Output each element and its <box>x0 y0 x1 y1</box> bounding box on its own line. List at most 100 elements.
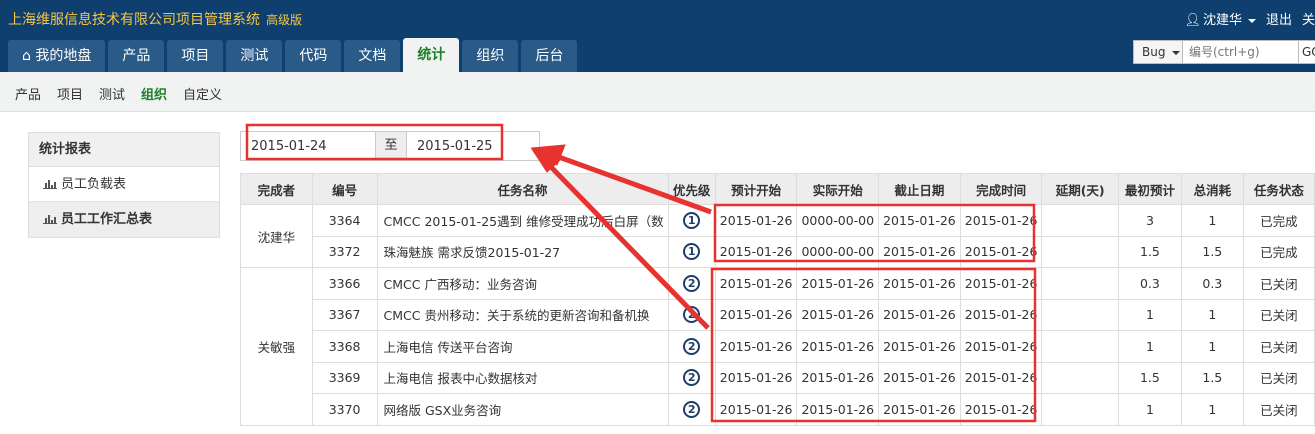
real-start-cell: 2015-01-26 <box>796 330 880 363</box>
tab-label: 代码 <box>299 48 328 64</box>
task-priority-cell: 2 <box>667 361 716 394</box>
subnav-product[interactable]: 产品 <box>15 84 41 103</box>
priority-badge: 2 <box>683 400 701 418</box>
tab-code[interactable]: 代码 <box>285 40 342 72</box>
finished-time-cell: 2015-01-26 <box>959 361 1043 394</box>
plan-start-cell: 2015-01-26 <box>714 204 798 237</box>
sidebar-item-workload[interactable]: 员工负载表 <box>29 167 219 202</box>
real-start-cell: 2015-01-26 <box>796 298 880 331</box>
column-header: 优先级 <box>667 173 716 205</box>
subnav-company[interactable]: 组织 <box>141 84 167 103</box>
bar-chart-icon <box>43 178 57 189</box>
brand-edition: 高级版 <box>266 13 303 27</box>
estimate-cell: 1 <box>1117 393 1182 426</box>
deadline-cell: 2015-01-26 <box>878 330 961 363</box>
tab-report[interactable]: 统计 <box>403 38 460 72</box>
task-status-cell: 已关闭 <box>1242 393 1315 426</box>
task-id-cell: 3367 <box>311 298 378 331</box>
home-icon: ⌂ <box>22 48 31 64</box>
date-from-input[interactable] <box>241 132 375 160</box>
table-row: 3367 CMCC 贵州移动：关于系统的更新咨询和备机换 2 2015-01-26 20… <box>241 298 1315 331</box>
task-priority-cell: 2 <box>667 330 716 363</box>
column-header: 总消耗 <box>1180 173 1244 205</box>
task-status-cell: 已完成 <box>1242 235 1315 268</box>
about-link[interactable]: 关 <box>1302 13 1315 28</box>
tab-company[interactable]: 组织 <box>462 40 519 72</box>
priority-badge: 2 <box>683 369 701 387</box>
deadline-cell: 2015-01-26 <box>878 298 961 331</box>
column-header: 预计开始 <box>714 173 798 205</box>
task-id-cell: 3368 <box>311 330 378 363</box>
task-name-link[interactable]: 上海电信 传送平台咨询 <box>376 330 669 363</box>
delay-days-cell <box>1041 330 1119 363</box>
deadline-cell: 2015-01-26 <box>878 361 961 394</box>
tab-label: 组织 <box>476 48 505 64</box>
consumed-cell: 1 <box>1180 330 1244 363</box>
sidebar-item-label: 员工负载表 <box>61 177 127 192</box>
task-name-link[interactable]: CMCC 贵州移动：关于系统的更新咨询和备机换 <box>376 298 669 331</box>
plan-start-cell: 2015-01-26 <box>714 267 798 300</box>
plan-start-cell: 2015-01-26 <box>714 330 798 363</box>
tab-label: 我的地盘 <box>35 48 92 64</box>
table-row: 3369 上海电信 报表中心数据核对 2 2015-01-26 2015-01-26 20… <box>241 361 1315 394</box>
task-priority-cell: 2 <box>667 298 716 331</box>
date-to-input[interactable] <box>407 132 539 160</box>
delay-days-cell <box>1041 204 1119 237</box>
estimate-cell: 3 <box>1117 204 1182 237</box>
chevron-down-icon <box>1247 18 1256 23</box>
column-header: 截止日期 <box>878 173 961 205</box>
search-type-select[interactable]: Bug <box>1133 40 1183 64</box>
finished-time-cell: 2015-01-26 <box>959 235 1043 268</box>
task-id-cell: 3369 <box>311 361 378 394</box>
user-name-button[interactable]: 沈建华 <box>1203 13 1242 28</box>
task-name-link[interactable]: 珠海魅族 需求反馈2015-01-27 <box>376 235 669 268</box>
estimate-cell: 1.5 <box>1117 235 1182 268</box>
task-priority-cell: 2 <box>667 393 716 426</box>
subnav-project[interactable]: 项目 <box>57 84 83 103</box>
column-header: 任务名称 <box>376 173 669 205</box>
finished-time-cell: 2015-01-26 <box>959 267 1043 300</box>
search-go-button[interactable]: GO <box>1299 40 1315 64</box>
search-input[interactable] <box>1183 40 1299 64</box>
task-name-link[interactable]: CMCC 广西移动：业务咨询 <box>376 267 669 300</box>
work-summary-table: 完成者 编号 任务名称 优先级 预计开始 实际开始 截止日期 完成时间 延期(天… <box>240 173 1315 426</box>
column-header: 编号 <box>311 173 378 205</box>
task-status-cell: 已关闭 <box>1242 298 1315 331</box>
task-name-link[interactable]: CMCC 2015-01-25遇到 维修受理成功后白屏（数 <box>376 204 669 237</box>
sidebar-item-label: 员工工作汇总表 <box>61 212 153 227</box>
plan-start-cell: 2015-01-26 <box>714 235 798 268</box>
priority-badge: 1 <box>683 243 701 261</box>
tab-product[interactable]: 产品 <box>108 40 165 72</box>
finished-time-cell: 2015-01-26 <box>959 393 1043 426</box>
tab-admin[interactable]: 后台 <box>521 40 578 72</box>
tab-test[interactable]: 测试 <box>226 40 283 72</box>
plan-start-cell: 2015-01-26 <box>714 393 798 426</box>
deadline-cell: 2015-01-26 <box>878 393 961 426</box>
tab-label: 后台 <box>535 48 564 64</box>
logout-link[interactable]: 退出 <box>1266 13 1292 28</box>
subnav-custom[interactable]: 自定义 <box>183 84 222 103</box>
brand[interactable]: 上海维服信息技术有限公司项目管理系统 高级版 <box>8 9 302 29</box>
sidebar-item-work-summary[interactable]: 员工工作汇总表 <box>29 202 219 237</box>
tab-label: 文档 <box>358 48 387 64</box>
table-header-row: 完成者 编号 任务名称 优先级 预计开始 实际开始 截止日期 完成时间 延期(天… <box>240 173 1315 205</box>
sidebar-title: 统计报表 <box>29 133 219 167</box>
task-name-link[interactable]: 网络版 GSX业务咨询 <box>376 393 669 426</box>
owner-cell: 沈建华 <box>240 204 313 268</box>
delay-days-cell <box>1041 361 1119 394</box>
deadline-cell: 2015-01-26 <box>878 267 961 300</box>
real-start-cell: 2015-01-26 <box>796 361 880 394</box>
tab-my-dashboard[interactable]: ⌂ 我的地盘 <box>8 40 106 72</box>
tab-project[interactable]: 项目 <box>167 40 224 72</box>
top-header: 上海维服信息技术有限公司项目管理系统 高级版 👤︎ 沈建华 退出关 ⌂ 我的地盘 产品… <box>0 0 1315 72</box>
consumed-cell: 0.3 <box>1180 267 1244 300</box>
delay-days-cell <box>1041 298 1119 331</box>
task-name-link[interactable]: 上海电信 报表中心数据核对 <box>376 361 669 394</box>
subnav-test[interactable]: 测试 <box>99 84 125 103</box>
tab-doc[interactable]: 文档 <box>344 40 401 72</box>
delay-days-cell <box>1041 393 1119 426</box>
estimate-cell: 1.5 <box>1117 361 1182 394</box>
consumed-cell: 1 <box>1180 298 1244 331</box>
user-icon: 👤︎ <box>1184 13 1201 28</box>
plan-start-cell: 2015-01-26 <box>714 298 798 331</box>
